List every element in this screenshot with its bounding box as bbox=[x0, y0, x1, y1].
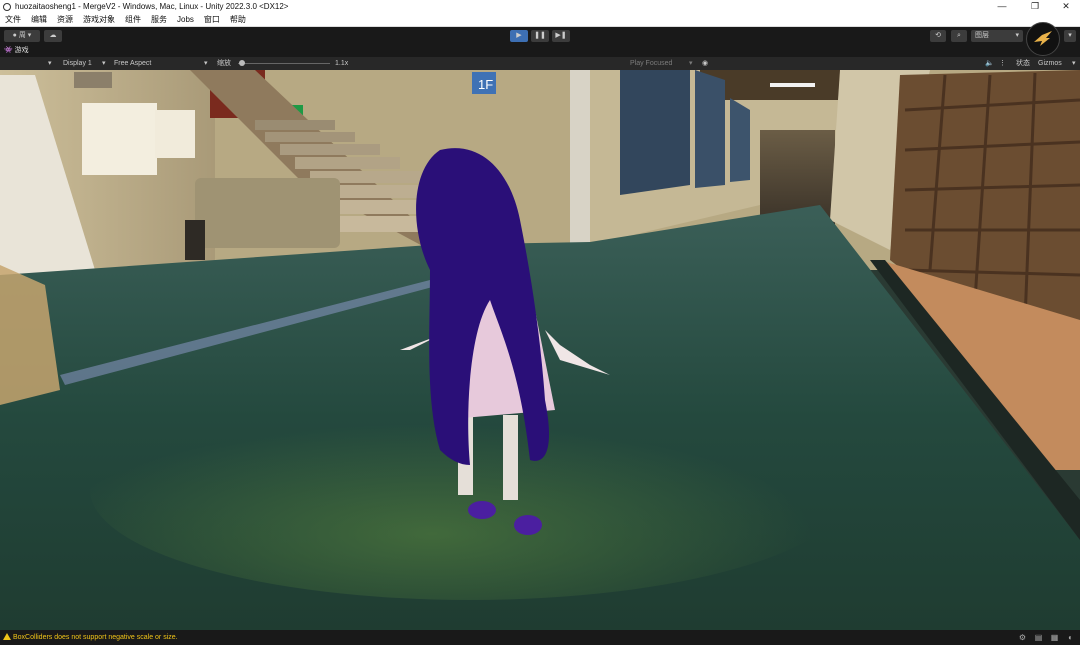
settings-icon[interactable]: ⋮ bbox=[999, 57, 1006, 70]
speaker-icon[interactable]: 🔈 bbox=[985, 57, 994, 70]
account-icon: ● bbox=[12, 32, 17, 39]
main-toolbar: ● 周 ▾ ☁ ▶ ❚❚ ▶❚ ⟲ ⌕ 图层 ▾ ▾ bbox=[0, 27, 1080, 45]
menu-component[interactable]: 组件 bbox=[120, 14, 146, 25]
account-dropdown[interactable]: ● 周 ▾ bbox=[4, 30, 40, 42]
chevron-down-icon: ▾ bbox=[102, 60, 106, 67]
window-title: huozaitaosheng1 - MergeV2 - Windows, Mac… bbox=[15, 2, 289, 11]
scale-slider[interactable] bbox=[238, 63, 330, 64]
display-dropdown[interactable]: Display 1 bbox=[63, 57, 92, 70]
chevron-down-icon: ▾ bbox=[1015, 32, 1019, 39]
tab-game-label: 游戏 bbox=[14, 47, 29, 54]
aspect-dropdown[interactable]: Free Aspect bbox=[114, 57, 151, 70]
character-shoe bbox=[514, 515, 542, 535]
fire-extinguisher bbox=[185, 220, 205, 260]
chevron-down-icon[interactable]: ▾ bbox=[1072, 57, 1076, 70]
corridor-pillar bbox=[570, 70, 590, 250]
progress-icon[interactable]: ▦ bbox=[1050, 633, 1059, 642]
stats-button[interactable]: 状态 bbox=[1016, 57, 1030, 70]
menu-file[interactable]: 文件 bbox=[0, 14, 26, 25]
bird-logo-icon bbox=[1034, 31, 1052, 46]
close-button[interactable]: ✕ bbox=[1052, 0, 1080, 13]
menu-edit[interactable]: 编辑 bbox=[26, 14, 52, 25]
window bbox=[730, 98, 750, 182]
console-message[interactable]: BoxColliders does not support negative s… bbox=[13, 630, 178, 645]
character-leg bbox=[503, 415, 518, 500]
gizmos-button[interactable]: Gizmos bbox=[1038, 57, 1062, 70]
game-view-toolbar: ▾ Display 1 ▾ Free Aspect ▾ 缩放 1.1x Play… bbox=[0, 57, 1080, 70]
minimize-button[interactable]: — bbox=[988, 0, 1016, 13]
tab-game[interactable]: 👾 游戏 bbox=[4, 45, 29, 57]
game-viewport[interactable]: 1F bbox=[0, 70, 1080, 630]
window bbox=[695, 70, 725, 188]
scale-label: 缩放 bbox=[217, 60, 231, 67]
stair-landing-wall bbox=[195, 178, 340, 248]
cloud-icon: ☁ bbox=[49, 32, 57, 39]
play-mode-dropdown[interactable]: Play Focused bbox=[630, 57, 672, 70]
chevron-down-icon: ▾ bbox=[204, 60, 208, 67]
scale-value: 1.1x bbox=[335, 60, 349, 67]
framed-picture bbox=[74, 72, 112, 88]
history-button[interactable]: ⟲ bbox=[930, 30, 946, 42]
menu-assets[interactable]: 资源 bbox=[52, 14, 78, 25]
play-icon: ▶ bbox=[516, 32, 522, 39]
floor-sign-text: 1F bbox=[478, 77, 493, 92]
chevron-down-icon: ▾ bbox=[689, 60, 693, 67]
cloud-button[interactable]: ☁ bbox=[44, 30, 62, 42]
poster bbox=[82, 103, 157, 175]
unity-logo bbox=[1026, 22, 1060, 56]
search-icon: ⌕ bbox=[957, 32, 961, 39]
pause-button[interactable]: ❚❚ bbox=[531, 30, 549, 42]
mute-audio-icon[interactable]: ◉ bbox=[702, 57, 708, 70]
game-scene: 1F bbox=[0, 70, 1080, 630]
history-icon: ⟲ bbox=[935, 32, 941, 39]
scale-slider-handle[interactable] bbox=[239, 60, 245, 66]
menu-gameobject[interactable]: 游戏对象 bbox=[78, 14, 120, 25]
maximize-button[interactable]: ❐ bbox=[1021, 0, 1049, 13]
status-circle-icon[interactable]: ◐ bbox=[1066, 633, 1075, 642]
tab-bar: 👾 游戏 bbox=[0, 45, 1080, 57]
console-icon[interactable]: ▤ bbox=[1034, 633, 1043, 642]
step-icon: ▶❚ bbox=[555, 32, 567, 39]
chevron-down-icon[interactable]: ▾ bbox=[48, 57, 52, 70]
status-bar: BoxColliders does not support negative s… bbox=[0, 630, 1080, 645]
window-titlebar: huozaitaosheng1 - MergeV2 - Windows, Mac… bbox=[0, 0, 1080, 13]
menu-window[interactable]: 窗口 bbox=[199, 14, 225, 25]
unity-app-icon bbox=[3, 2, 11, 11]
debug-icon[interactable]: ⚙ bbox=[1018, 633, 1027, 642]
menu-help[interactable]: 帮助 bbox=[225, 14, 251, 25]
menu-services[interactable]: 服务 bbox=[146, 14, 172, 25]
step-button[interactable]: ▶❚ bbox=[552, 30, 570, 42]
search-button[interactable]: ⌕ bbox=[951, 30, 967, 42]
play-button[interactable]: ▶ bbox=[510, 30, 528, 42]
menu-bar: 文件 编辑 资源 游戏对象 组件 服务 Jobs 窗口 帮助 bbox=[0, 13, 1080, 27]
layers-label: 图层 bbox=[975, 32, 989, 39]
account-label: 周 bbox=[18, 32, 26, 39]
layout-dropdown[interactable]: ▾ bbox=[1064, 30, 1076, 42]
poster bbox=[155, 110, 195, 158]
ceiling-light bbox=[770, 83, 815, 87]
chevron-down-icon: ▾ bbox=[1068, 32, 1072, 39]
menu-jobs[interactable]: Jobs bbox=[172, 15, 199, 24]
window bbox=[620, 70, 690, 195]
character-shoe bbox=[468, 501, 496, 519]
game-tab-icon: 👾 bbox=[4, 47, 13, 54]
layers-dropdown[interactable]: 图层 ▾ bbox=[971, 30, 1023, 42]
warning-icon bbox=[3, 633, 11, 640]
pause-icon: ❚❚ bbox=[534, 32, 546, 39]
